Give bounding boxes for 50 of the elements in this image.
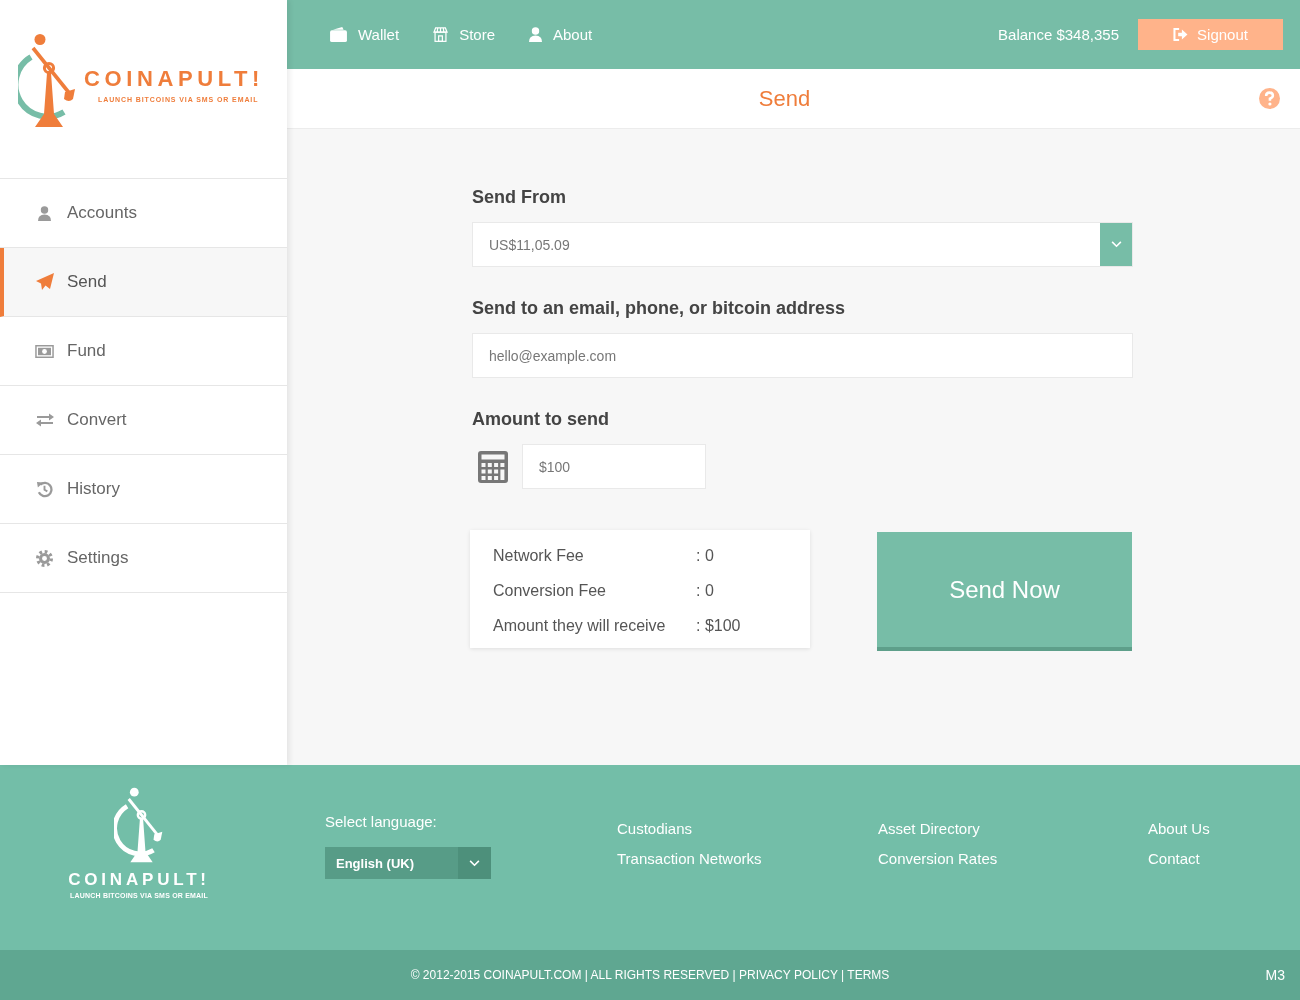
chevron-down-icon bbox=[1110, 241, 1122, 248]
arrows-icon bbox=[35, 413, 54, 427]
gear-icon bbox=[36, 549, 53, 567]
dropdown-button[interactable] bbox=[458, 847, 491, 879]
logo-name: COINAPULT! bbox=[68, 870, 210, 889]
fee-value: : $100 bbox=[696, 616, 741, 636]
account-select[interactable]: US$11,05.09 bbox=[472, 222, 1133, 267]
user-icon bbox=[38, 205, 51, 221]
recipient-input[interactable]: hello@example.com bbox=[472, 333, 1133, 378]
nav-link[interactable]: About bbox=[529, 26, 593, 43]
language-select[interactable]: English (UK) bbox=[325, 847, 491, 879]
amount-input[interactable]: $100 bbox=[522, 444, 706, 489]
fee-label: Network Fee bbox=[493, 546, 585, 566]
version-text: M3 bbox=[1265, 967, 1285, 983]
language-label: Select language: bbox=[325, 812, 438, 832]
footer-link[interactable]: Contact bbox=[1148, 849, 1200, 869]
footer-link[interactable]: Custodians bbox=[617, 819, 693, 839]
field-label: Amount to send bbox=[472, 408, 610, 431]
balance-text: Balance $348,355 bbox=[998, 26, 1119, 43]
signout-button[interactable]: Signout bbox=[1138, 19, 1283, 50]
send-now-button[interactable]: Send Now bbox=[877, 532, 1132, 651]
store-icon bbox=[433, 27, 449, 42]
chevron-down-icon bbox=[469, 859, 480, 867]
wallet-icon bbox=[330, 27, 347, 42]
page-title: Send bbox=[758, 85, 811, 112]
history-icon bbox=[36, 480, 53, 498]
field-label: Send From bbox=[472, 186, 567, 209]
dropdown-button[interactable] bbox=[1100, 223, 1132, 266]
legal-link[interactable]: PRIVACY POLICY bbox=[739, 968, 838, 982]
help-icon[interactable] bbox=[1259, 88, 1280, 109]
paper-plane-icon bbox=[35, 273, 54, 291]
footer-link[interactable]: Asset Directory bbox=[878, 819, 980, 839]
fee-label: Amount they will receive bbox=[493, 616, 667, 636]
fee-value: : 0 bbox=[696, 581, 714, 601]
logo-name: COINAPULT! bbox=[84, 66, 265, 92]
banknote-icon bbox=[35, 344, 54, 358]
calculator-icon[interactable] bbox=[478, 450, 508, 483]
sidebar-item[interactable]: Send bbox=[0, 248, 287, 317]
footer-link[interactable]: Transaction Networks bbox=[617, 849, 762, 869]
copyright-text: © 2012-2015 COINAPULT.COM | ALL RIGHTS RESERVED | PRIVACY POLICY | TERMS bbox=[410, 968, 890, 982]
fee-value: : 0 bbox=[696, 546, 714, 566]
footer-link[interactable]: About Us bbox=[1148, 819, 1210, 839]
fee-label: Conversion Fee bbox=[493, 581, 607, 601]
nav-link[interactable]: Store bbox=[433, 26, 495, 43]
nav-link[interactable]: Wallet bbox=[330, 26, 400, 43]
footer-link[interactable]: Conversion Rates bbox=[878, 849, 998, 869]
sign-out-icon bbox=[1173, 28, 1189, 41]
field-label: Send to an email, phone, or bitcoin address bbox=[472, 297, 847, 320]
legal-link[interactable]: TERMS bbox=[847, 968, 890, 982]
user-icon bbox=[529, 27, 542, 42]
